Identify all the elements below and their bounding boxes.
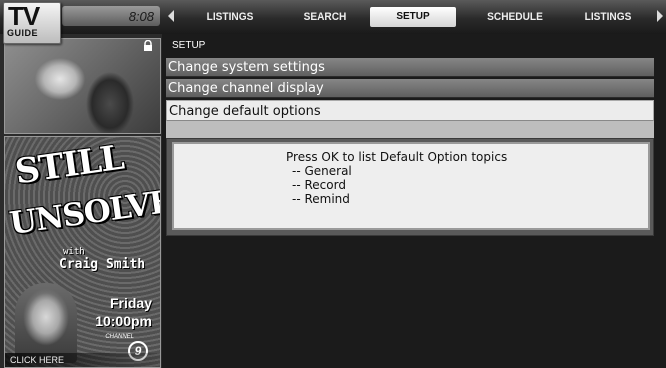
promo-with-label: with	[63, 247, 85, 257]
tab-setup[interactable]: SETUP	[370, 7, 456, 27]
tab-schedule[interactable]: SCHEDULE	[474, 7, 557, 27]
menu-item-default-options[interactable]: Change default options	[166, 100, 654, 121]
lock-icon	[144, 40, 152, 51]
promo-host-photo	[15, 283, 77, 363]
nav-left-arrow-icon[interactable]	[168, 10, 174, 22]
promo-host-name: Craig Smith	[59, 257, 146, 272]
click-here-link[interactable]: CLICK HERE	[5, 353, 160, 367]
promo-channel-label: CHANNEL	[105, 334, 134, 340]
breadcrumb: SETUP	[172, 40, 206, 51]
info-option-general: -- General	[292, 164, 352, 178]
selected-item-highlight-strip	[166, 121, 654, 138]
info-box: Press OK to list Default Option topics -…	[172, 142, 650, 230]
promo-title-line1: STILL	[12, 137, 126, 193]
tab-search[interactable]: SEARCH	[288, 7, 362, 27]
clock: 8:08	[62, 6, 160, 26]
menu-item-system-settings[interactable]: Change system settings	[166, 58, 654, 77]
nav-right-arrow-icon[interactable]	[657, 10, 663, 22]
logo-text-guide: GUIDE	[7, 28, 39, 38]
tv-guide-logo: TV GUIDE	[3, 1, 61, 44]
promo-ad[interactable]: STILL UNSOLVED with Craig Smith Friday 1…	[4, 136, 161, 368]
info-option-record: -- Record	[292, 178, 346, 192]
clock-time: 8:08	[128, 9, 154, 24]
tab-listings-2[interactable]: LISTINGS	[571, 7, 645, 27]
info-prompt: Press OK to list Default Option topics	[286, 150, 508, 164]
promo-day: Friday	[109, 295, 152, 311]
menu-item-channel-display[interactable]: Change channel display	[166, 79, 654, 98]
live-video-preview[interactable]	[4, 38, 161, 134]
tab-listings[interactable]: LISTINGS	[193, 7, 267, 27]
promo-time: 10:00pm	[95, 313, 152, 329]
info-option-remind: -- Remind	[292, 192, 350, 206]
